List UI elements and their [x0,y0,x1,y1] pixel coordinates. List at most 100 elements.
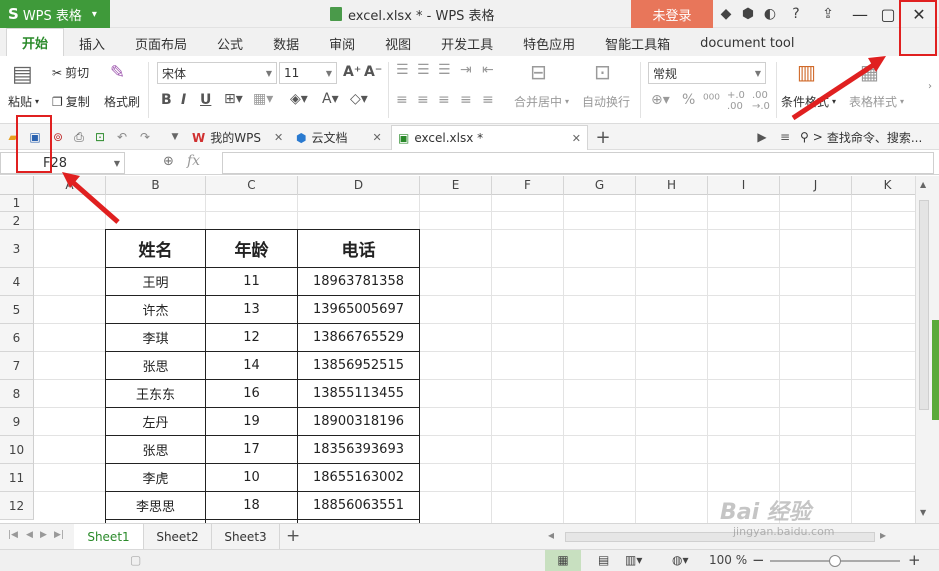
wrap-text-icon[interactable]: ⊡ [594,60,611,84]
close-icon[interactable]: ✕ [572,132,581,145]
table-style-button[interactable]: 表格样式 ▾ [849,93,904,110]
column-header[interactable]: J [780,176,852,195]
doc-tab-cloud-docs[interactable]: ⬢ 云文档 ✕ [290,125,388,150]
login-button[interactable]: 未登录 [631,0,713,28]
app-menu-button[interactable]: S WPS 表格 ▾ [0,0,110,28]
currency-icon[interactable]: ⊕▾ [651,92,670,108]
increase-font-icon[interactable]: A⁺ [343,64,361,80]
row-header[interactable]: 7 [0,352,34,380]
zoom-magnifier-icon[interactable]: ⊕ [163,154,174,169]
align-left-icon[interactable]: ≡ [396,92,408,108]
column-header[interactable]: G [564,176,636,195]
feedback-icon[interactable]: ◐ [760,4,780,24]
table-cell[interactable]: 李虎 [106,464,205,491]
align-bottom-icon[interactable]: ☰ [438,62,451,78]
decrease-decimal-icon[interactable]: .00 →.0 [752,90,770,112]
wrap-text-button[interactable]: 自动换行 [582,93,630,110]
first-sheet-icon[interactable]: |◀ [8,530,18,540]
quick-access-dropdown-icon[interactable]: ▼ [166,128,184,146]
column-header[interactable]: E [420,176,492,195]
thousands-icon[interactable]: ⁰⁰⁰ [703,92,720,108]
table-cell[interactable]: 18356393693 [298,436,419,463]
merge-center-icon[interactable]: ⊟ [530,60,547,84]
zoom-out-icon[interactable]: − [752,551,765,569]
conditional-format-icon[interactable]: ▥ [797,60,816,84]
table-cell[interactable]: 18900318196 [298,408,419,435]
page-layout-view-icon[interactable]: ▤ [598,553,609,567]
doc-tab-excel[interactable]: ▣ excel.xlsx * ✕ [391,125,588,150]
table-header-cell[interactable]: 姓名 [106,230,205,267]
tab-insert[interactable]: 插入 [64,30,120,56]
table-cell[interactable]: 王明 [106,268,205,295]
cut-button[interactable]: ✂ 剪切 [52,64,89,81]
menu-icon[interactable]: ≡ [776,128,794,146]
format-painter-icon[interactable]: ✎ [110,62,125,83]
last-sheet-icon[interactable]: ▶| [54,530,64,540]
spreadsheet-grid[interactable]: A B C D E F G H I J K 1 2 3 4 5 6 7 8 9 … [0,176,915,523]
table-cell[interactable]: 13866765529 [298,324,419,351]
underline-icon[interactable]: U [200,92,211,108]
table-cell[interactable]: 14 [206,352,297,379]
align-right-icon[interactable]: ≡ [438,92,450,108]
tab-formulas[interactable]: 公式 [202,30,258,56]
tab-special[interactable]: 特色应用 [508,30,590,56]
tab-view[interactable]: 视图 [370,30,426,56]
new-tab-icon[interactable]: + [594,127,612,148]
table-cell[interactable]: 李琪 [106,324,205,351]
format-painter-button[interactable]: 格式刷 [104,93,140,110]
column-header[interactable]: I [708,176,780,195]
print-preview-icon[interactable]: ⊡ [91,128,109,146]
slideshow-icon[interactable]: ▶ [753,128,771,146]
formula-input[interactable] [222,152,934,174]
font-name-select[interactable]: 宋体 ▼ [157,62,277,84]
side-panel-handle[interactable] [932,320,939,420]
add-sheet-icon[interactable]: + [286,526,300,546]
paste-icon[interactable]: ▤ [12,62,33,87]
table-cell[interactable]: 13 [206,296,297,323]
table-cell[interactable]: 16 [206,380,297,407]
table-cell[interactable]: 张思 [106,352,205,379]
prev-sheet-icon[interactable]: ◀ [26,530,33,540]
distribute-icon[interactable]: ≡ [482,92,494,108]
zoom-slider[interactable] [770,555,900,567]
column-header[interactable]: D [298,176,420,195]
page-break-view-icon[interactable]: ▥▾ [625,553,642,567]
tab-page-layout[interactable]: 页面布局 [120,30,202,56]
select-all-corner[interactable] [0,176,34,195]
font-size-select[interactable]: 11 ▼ [279,62,337,84]
column-header[interactable]: A [34,176,106,195]
normal-view-icon[interactable]: ▦ [545,550,581,571]
row-header[interactable]: 11 [0,464,34,492]
table-cell[interactable]: 19 [206,408,297,435]
table-cell[interactable]: 李思思 [106,492,205,519]
font-color-icon[interactable]: A▾ [322,91,339,107]
command-search[interactable]: ⚲ > 查找命令、搜索... [800,124,922,150]
clear-format-icon[interactable]: ◇▾ [350,91,368,107]
increase-decimal-icon[interactable]: +.0.00 [727,90,745,112]
row-header[interactable]: 6 [0,324,34,352]
print-icon[interactable]: ⎙ [70,128,88,146]
row-header[interactable]: 1 [0,195,34,212]
table-cell[interactable]: 13965005697 [298,296,419,323]
zoom-in-icon[interactable]: + [908,551,921,569]
ribbon-scroll-right-icon[interactable]: › [928,81,932,92]
close-icon[interactable]: ✕ [274,131,283,144]
percent-icon[interactable]: % [682,92,695,108]
row-header[interactable]: 12 [0,492,34,520]
skin-icon[interactable]: ◆ [716,4,736,24]
column-header[interactable]: B [106,176,206,195]
scroll-right-icon[interactable]: ▸ [880,528,886,542]
table-cell[interactable]: 17 [206,436,297,463]
table-cell[interactable]: 10 [206,464,297,491]
tab-smart-toolbox[interactable]: 智能工具箱 [590,30,685,56]
scroll-up-icon[interactable]: ▲ [920,180,926,189]
decrease-font-icon[interactable]: A⁻ [364,64,382,80]
row-header[interactable]: 2 [0,212,34,230]
merge-border-icon[interactable]: ▦▾ [253,91,273,107]
table-header-cell[interactable]: 年龄 [206,230,297,267]
column-header[interactable]: F [492,176,564,195]
column-header[interactable]: C [206,176,298,195]
table-cell[interactable]: 13856952515 [298,352,419,379]
row-header[interactable]: 9 [0,408,34,436]
outdent-icon[interactable]: ⇤ [482,62,494,78]
